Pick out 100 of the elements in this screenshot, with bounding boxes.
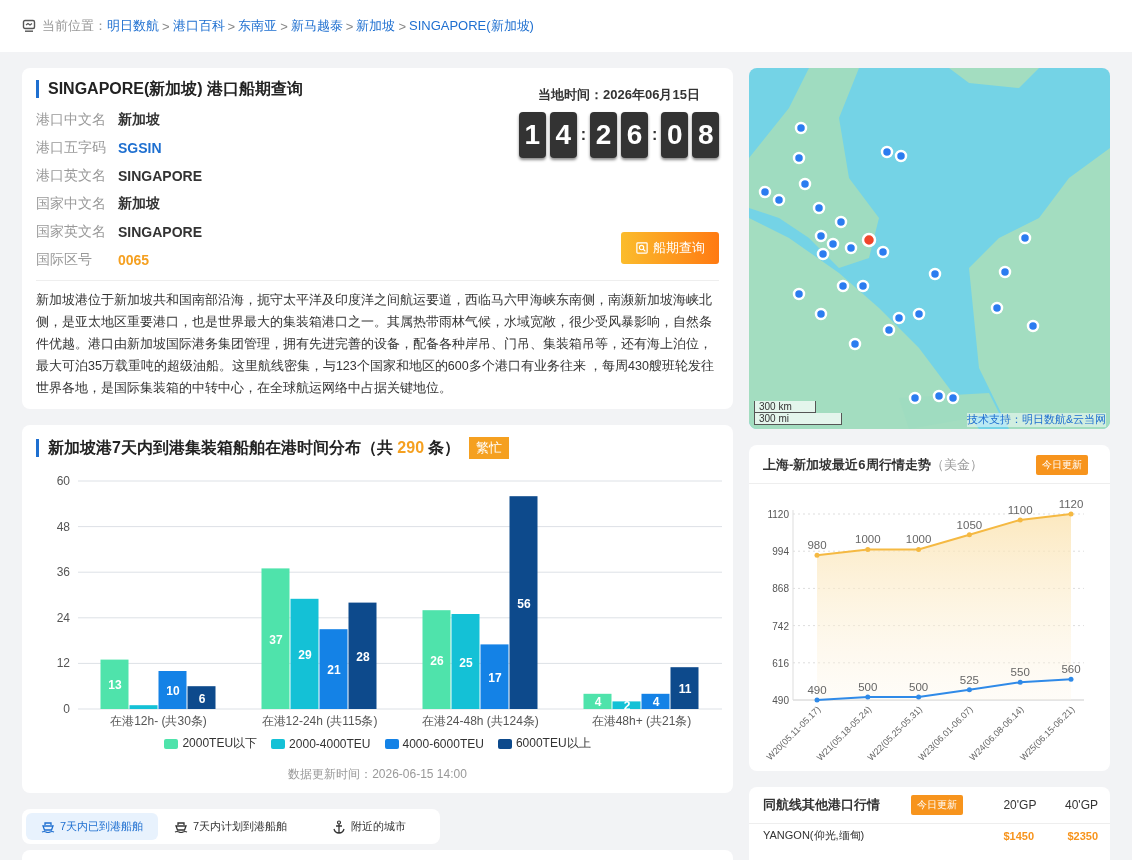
port-description: 新加坡港位于新加坡共和国南部沿海，扼守太平洋及印度洋之间航运要道，西临马六甲海峡东南侧，南濒新加坡海峡北侧，是亚太地区重要港口，也是世界最大的集装箱港口之一。其属热带雨林气候，水域宽敞，很少受风暴影响，自然条件优越。港口由新加坡国际港务集团管理，拥有先进完善的设备，配备各种岸吊、门吊、集装箱吊等，还有海上泊位，最大可泊35万载重吨的超级油船。这里航线密集，与123个国家和地区的600多个港口有业务往来 ，每周430艘班轮发往世界各地，是国际集装箱的中转中心，在全球航运网络中占据关键地位。 <box>36 292 715 397</box>
data-label: 500 <box>858 681 878 694</box>
update-time: 数据更新时间：2026-06-15 14:00 <box>287 766 468 783</box>
price: $2350 <box>1066 829 1098 842</box>
breadcrumb-separator: > <box>162 18 170 34</box>
clock-digit: 8 <box>692 112 720 158</box>
data-label: 550 <box>1010 666 1030 679</box>
breadcrumb-link[interactable]: 港口百科 <box>172 17 225 35</box>
breadcrumb-separator: > <box>280 18 288 34</box>
data-point <box>1017 679 1023 685</box>
scale-bar: 300 mi <box>754 413 842 425</box>
column-header: 20'GP <box>1002 798 1037 812</box>
field-value: SINGAPORE <box>118 224 202 240</box>
scale-bar: 300 km <box>754 401 816 413</box>
clock-digit: 2 <box>590 112 617 158</box>
legend-swatch <box>384 738 399 749</box>
axis-label: 48 <box>56 519 70 534</box>
tab[interactable]: 附近的城市 <box>303 813 436 840</box>
card-title: SINGAPORE(新加坡) 港口船期查询 <box>36 80 304 98</box>
axis-label: 994 <box>772 546 789 558</box>
data-label: 10 <box>166 684 180 698</box>
monitor-icon <box>22 19 36 33</box>
data-label: 17 <box>488 670 502 685</box>
anchor-icon <box>332 819 347 834</box>
axis-label: 在港24-48h (共124条) <box>422 714 539 728</box>
data-label: 1000 <box>905 533 932 546</box>
breadcrumb-separator: > <box>345 18 354 34</box>
data-label: 37 <box>269 632 283 647</box>
data-point <box>1017 517 1023 523</box>
data-label: 28 <box>356 649 370 664</box>
ship-icon <box>40 819 55 834</box>
breadcrumb-separator: > <box>398 18 406 34</box>
data-label: 11 <box>678 682 692 697</box>
axis-label: 60 <box>56 474 70 488</box>
data-label: 21 <box>327 663 341 678</box>
data-label: 490 <box>807 684 827 696</box>
field-label: 港口中文名 <box>36 111 107 129</box>
axis-label: 0 <box>63 702 70 716</box>
data-label: 29 <box>298 647 312 662</box>
field-value: SGSIN <box>118 140 162 156</box>
data-label: 1000 <box>855 533 881 546</box>
clock-digit: 6 <box>621 112 648 158</box>
legend-swatch <box>164 738 179 749</box>
field-value: 新加坡 <box>118 111 160 129</box>
data-label: 500 <box>909 681 929 694</box>
update-badge: 今日更新 <box>1036 455 1088 475</box>
tab[interactable]: 7天内计划到港船舶 <box>164 813 298 840</box>
axis-label: 在港48h+ (共21条) <box>591 714 692 728</box>
ship-icon <box>174 819 188 834</box>
breadcrumb-link[interactable]: 明日数航 <box>107 17 159 35</box>
field-value: 0065 <box>118 252 150 268</box>
card-title: 新加坡港7天内到港集装箱船舶在港时间分布（共 290 条） <box>36 439 461 457</box>
data-label: 13 <box>108 678 122 693</box>
data-label: 25 <box>459 655 473 670</box>
clock-separator: : <box>652 126 658 144</box>
clock-digit: 4 <box>549 112 577 158</box>
price: $1450 <box>1002 829 1034 842</box>
data-label: 4 <box>594 695 602 710</box>
breadcrumb-label: 当前位置： <box>42 17 107 35</box>
field-value: 新加坡 <box>118 195 160 213</box>
axis-label: 24 <box>56 610 70 625</box>
legend-label: 4000-6000TEU <box>402 736 484 751</box>
field-label: 港口英文名 <box>36 167 107 185</box>
axis-label: 1120 <box>767 509 789 520</box>
data-label: 1120 <box>1058 498 1084 510</box>
data-label: 980 <box>807 539 827 552</box>
axis-label: 12 <box>56 656 70 671</box>
local-time: 当地时间：2026年06月15日 <box>538 86 700 104</box>
axis-label: 742 <box>772 620 789 632</box>
field-value: SINGAPORE <box>118 168 202 184</box>
data-point <box>916 694 922 700</box>
breadcrumb-link[interactable]: SINGAPORE(新加坡) <box>408 17 534 35</box>
data-label: 1100 <box>1007 503 1033 516</box>
data-label: 560 <box>1061 663 1081 676</box>
column-header: 40'GP <box>1064 798 1098 812</box>
field-label: 港口五字码 <box>36 139 107 157</box>
breadcrumb-separator: > <box>227 18 236 34</box>
axis-label: 36 <box>56 565 70 580</box>
data-point <box>865 546 871 552</box>
breadcrumb-link[interactable]: 新加坡 <box>356 17 396 35</box>
tab[interactable]: 7天内已到港船舶 <box>26 813 158 840</box>
data-label: 1050 <box>956 518 983 531</box>
data-label: 525 <box>959 673 979 686</box>
legend-label: 2000-4000TEU <box>289 736 371 751</box>
data-point <box>966 532 972 538</box>
breadcrumb-link[interactable]: 新马越泰 <box>290 17 343 35</box>
field-label: 国际区号 <box>36 251 93 269</box>
card-title: 同航线其他港口行情 <box>763 796 881 814</box>
data-point <box>814 697 820 703</box>
legend-label: 6000TEU以上 <box>515 735 591 752</box>
axis-label: 在港12h- (共30条) <box>110 714 207 728</box>
breadcrumb-link[interactable]: 东南亚 <box>238 17 278 35</box>
field-label: 国家英文名 <box>36 223 107 241</box>
axis-label: 868 <box>772 583 789 595</box>
clock-digit: 0 <box>661 112 689 158</box>
update-badge: 今日更新 <box>910 795 963 815</box>
search-icon <box>635 242 648 254</box>
data-label: 6 <box>198 691 206 706</box>
clock-digit: 1 <box>518 112 546 158</box>
data-label: 26 <box>430 653 444 668</box>
